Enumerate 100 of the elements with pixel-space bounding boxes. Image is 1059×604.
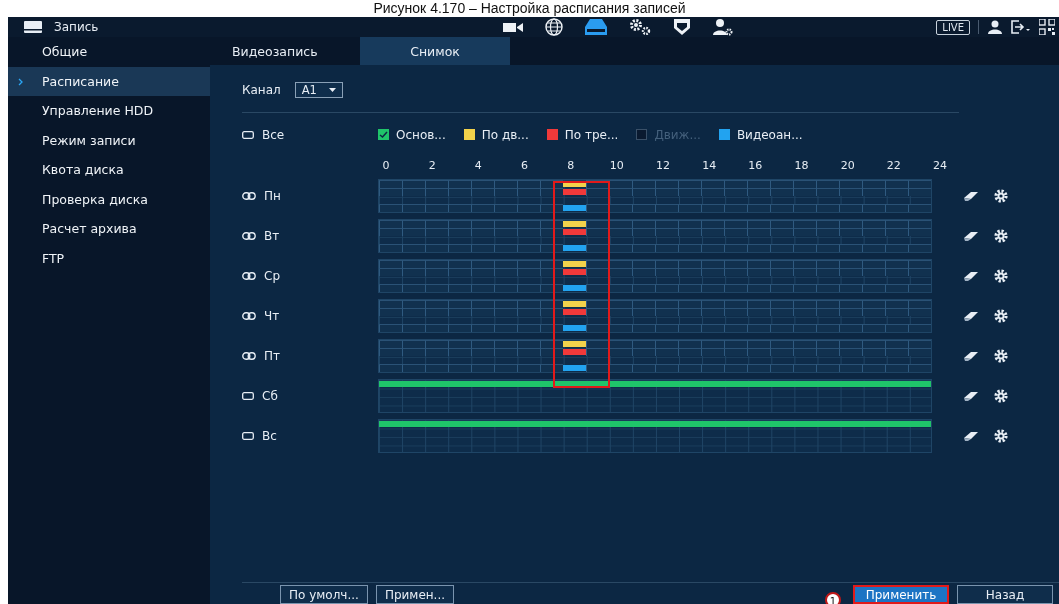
schedule-cell[interactable] <box>471 220 494 228</box>
schedule-cell[interactable] <box>701 244 724 252</box>
schedule-cell[interactable] <box>425 268 448 276</box>
schedule-cell[interactable] <box>885 180 908 188</box>
schedule-cell[interactable] <box>540 204 563 212</box>
schedule-cell[interactable] <box>747 244 770 252</box>
schedule-cell[interactable] <box>701 284 724 292</box>
schedule-cell[interactable] <box>402 364 425 372</box>
schedule-cell[interactable] <box>379 180 402 188</box>
schedule-cell[interactable] <box>724 244 747 252</box>
timeline-track[interactable] <box>378 379 932 413</box>
schedule-cell[interactable] <box>402 284 425 292</box>
sidebar-item[interactable]: Общие <box>8 37 210 67</box>
schedule-cell[interactable] <box>494 348 517 356</box>
schedule-cell[interactable] <box>908 188 931 196</box>
schedule-cell[interactable] <box>724 204 747 212</box>
gear-icon[interactable] <box>994 429 1008 443</box>
eraser-icon[interactable] <box>964 231 978 241</box>
schedule-cell[interactable] <box>425 324 448 332</box>
schedule-cell[interactable] <box>862 324 885 332</box>
schedule-cell[interactable] <box>908 220 931 228</box>
checkbox-icon[interactable] <box>242 130 254 139</box>
schedule-cell[interactable] <box>793 300 816 308</box>
timeline-track[interactable] <box>378 299 932 333</box>
schedule-cell[interactable] <box>793 188 816 196</box>
schedule-cell[interactable] <box>908 308 931 316</box>
schedule-cell[interactable] <box>609 308 632 316</box>
schedule-cell[interactable] <box>885 300 908 308</box>
sidebar-item[interactable]: Режим записи <box>8 125 210 155</box>
schedule-cell[interactable] <box>839 340 862 348</box>
schedule-cell[interactable] <box>678 364 701 372</box>
schedule-cell[interactable] <box>655 228 678 236</box>
eraser-icon[interactable] <box>964 391 978 401</box>
sidebar-item[interactable]: Расчет архива <box>8 214 210 244</box>
schedule-cell[interactable] <box>586 300 609 308</box>
schedule-cell[interactable] <box>655 188 678 196</box>
schedule-cell[interactable] <box>655 308 678 316</box>
schedule-cell[interactable] <box>609 324 632 332</box>
schedule-cell[interactable] <box>402 340 425 348</box>
schedule-cell[interactable] <box>494 244 517 252</box>
shield-icon[interactable] <box>673 18 691 36</box>
schedule-cell[interactable] <box>678 260 701 268</box>
schedule-cell[interactable] <box>678 220 701 228</box>
checkbox-icon[interactable] <box>242 392 254 400</box>
schedule-cell[interactable] <box>425 284 448 292</box>
schedule-cell[interactable] <box>540 324 563 332</box>
schedule-cell[interactable] <box>793 324 816 332</box>
schedule-cell[interactable] <box>701 204 724 212</box>
schedule-cell[interactable] <box>586 348 609 356</box>
schedule-cell[interactable] <box>724 220 747 228</box>
schedule-cell[interactable] <box>379 324 402 332</box>
schedule-cell[interactable] <box>540 188 563 196</box>
schedule-cell[interactable] <box>908 284 931 292</box>
schedule-cell[interactable] <box>793 220 816 228</box>
schedule-segment[interactable] <box>586 381 609 387</box>
link-icon[interactable] <box>242 192 256 200</box>
eraser-icon[interactable] <box>964 271 978 281</box>
schedule-cell[interactable] <box>885 284 908 292</box>
schedule-cell[interactable] <box>586 268 609 276</box>
schedule-cell[interactable] <box>770 204 793 212</box>
schedule-cell[interactable] <box>586 284 609 292</box>
schedule-cell[interactable] <box>609 364 632 372</box>
schedule-cell[interactable] <box>862 308 885 316</box>
schedule-cell[interactable] <box>586 308 609 316</box>
schedule-cell[interactable] <box>816 180 839 188</box>
schedule-cell[interactable] <box>655 268 678 276</box>
schedule-cell[interactable] <box>770 220 793 228</box>
schedule-cell[interactable] <box>448 308 471 316</box>
schedule-cell[interactable] <box>448 300 471 308</box>
schedule-cell[interactable] <box>540 348 563 356</box>
schedule-cell[interactable] <box>379 284 402 292</box>
schedule-cell[interactable] <box>379 340 402 348</box>
schedule-cell[interactable] <box>517 300 540 308</box>
schedule-cell[interactable] <box>402 220 425 228</box>
schedule-cell[interactable] <box>747 228 770 236</box>
schedule-cell[interactable] <box>379 188 402 196</box>
eraser-icon[interactable] <box>964 311 978 321</box>
schedule-cell[interactable] <box>632 204 655 212</box>
schedule-cell[interactable] <box>816 340 839 348</box>
schedule-cell[interactable] <box>540 340 563 348</box>
schedule-cell[interactable] <box>701 348 724 356</box>
schedule-cell[interactable] <box>540 268 563 276</box>
schedule-cell[interactable] <box>747 220 770 228</box>
schedule-cell[interactable] <box>793 340 816 348</box>
user-settings-icon[interactable] <box>713 18 733 36</box>
timeline-track[interactable] <box>378 179 932 213</box>
schedule-cell[interactable] <box>816 268 839 276</box>
link-icon[interactable] <box>242 312 256 320</box>
tab[interactable]: Снимок <box>360 37 510 65</box>
schedule-cell[interactable] <box>448 340 471 348</box>
schedule-cell[interactable] <box>862 228 885 236</box>
schedule-cell[interactable] <box>448 188 471 196</box>
schedule-cell[interactable] <box>494 188 517 196</box>
schedule-cell[interactable] <box>494 180 517 188</box>
schedule-cell[interactable] <box>770 308 793 316</box>
schedule-cell[interactable] <box>471 244 494 252</box>
schedule-cell[interactable] <box>655 220 678 228</box>
schedule-cell[interactable] <box>724 308 747 316</box>
schedule-cell[interactable] <box>632 308 655 316</box>
schedule-cell[interactable] <box>655 340 678 348</box>
